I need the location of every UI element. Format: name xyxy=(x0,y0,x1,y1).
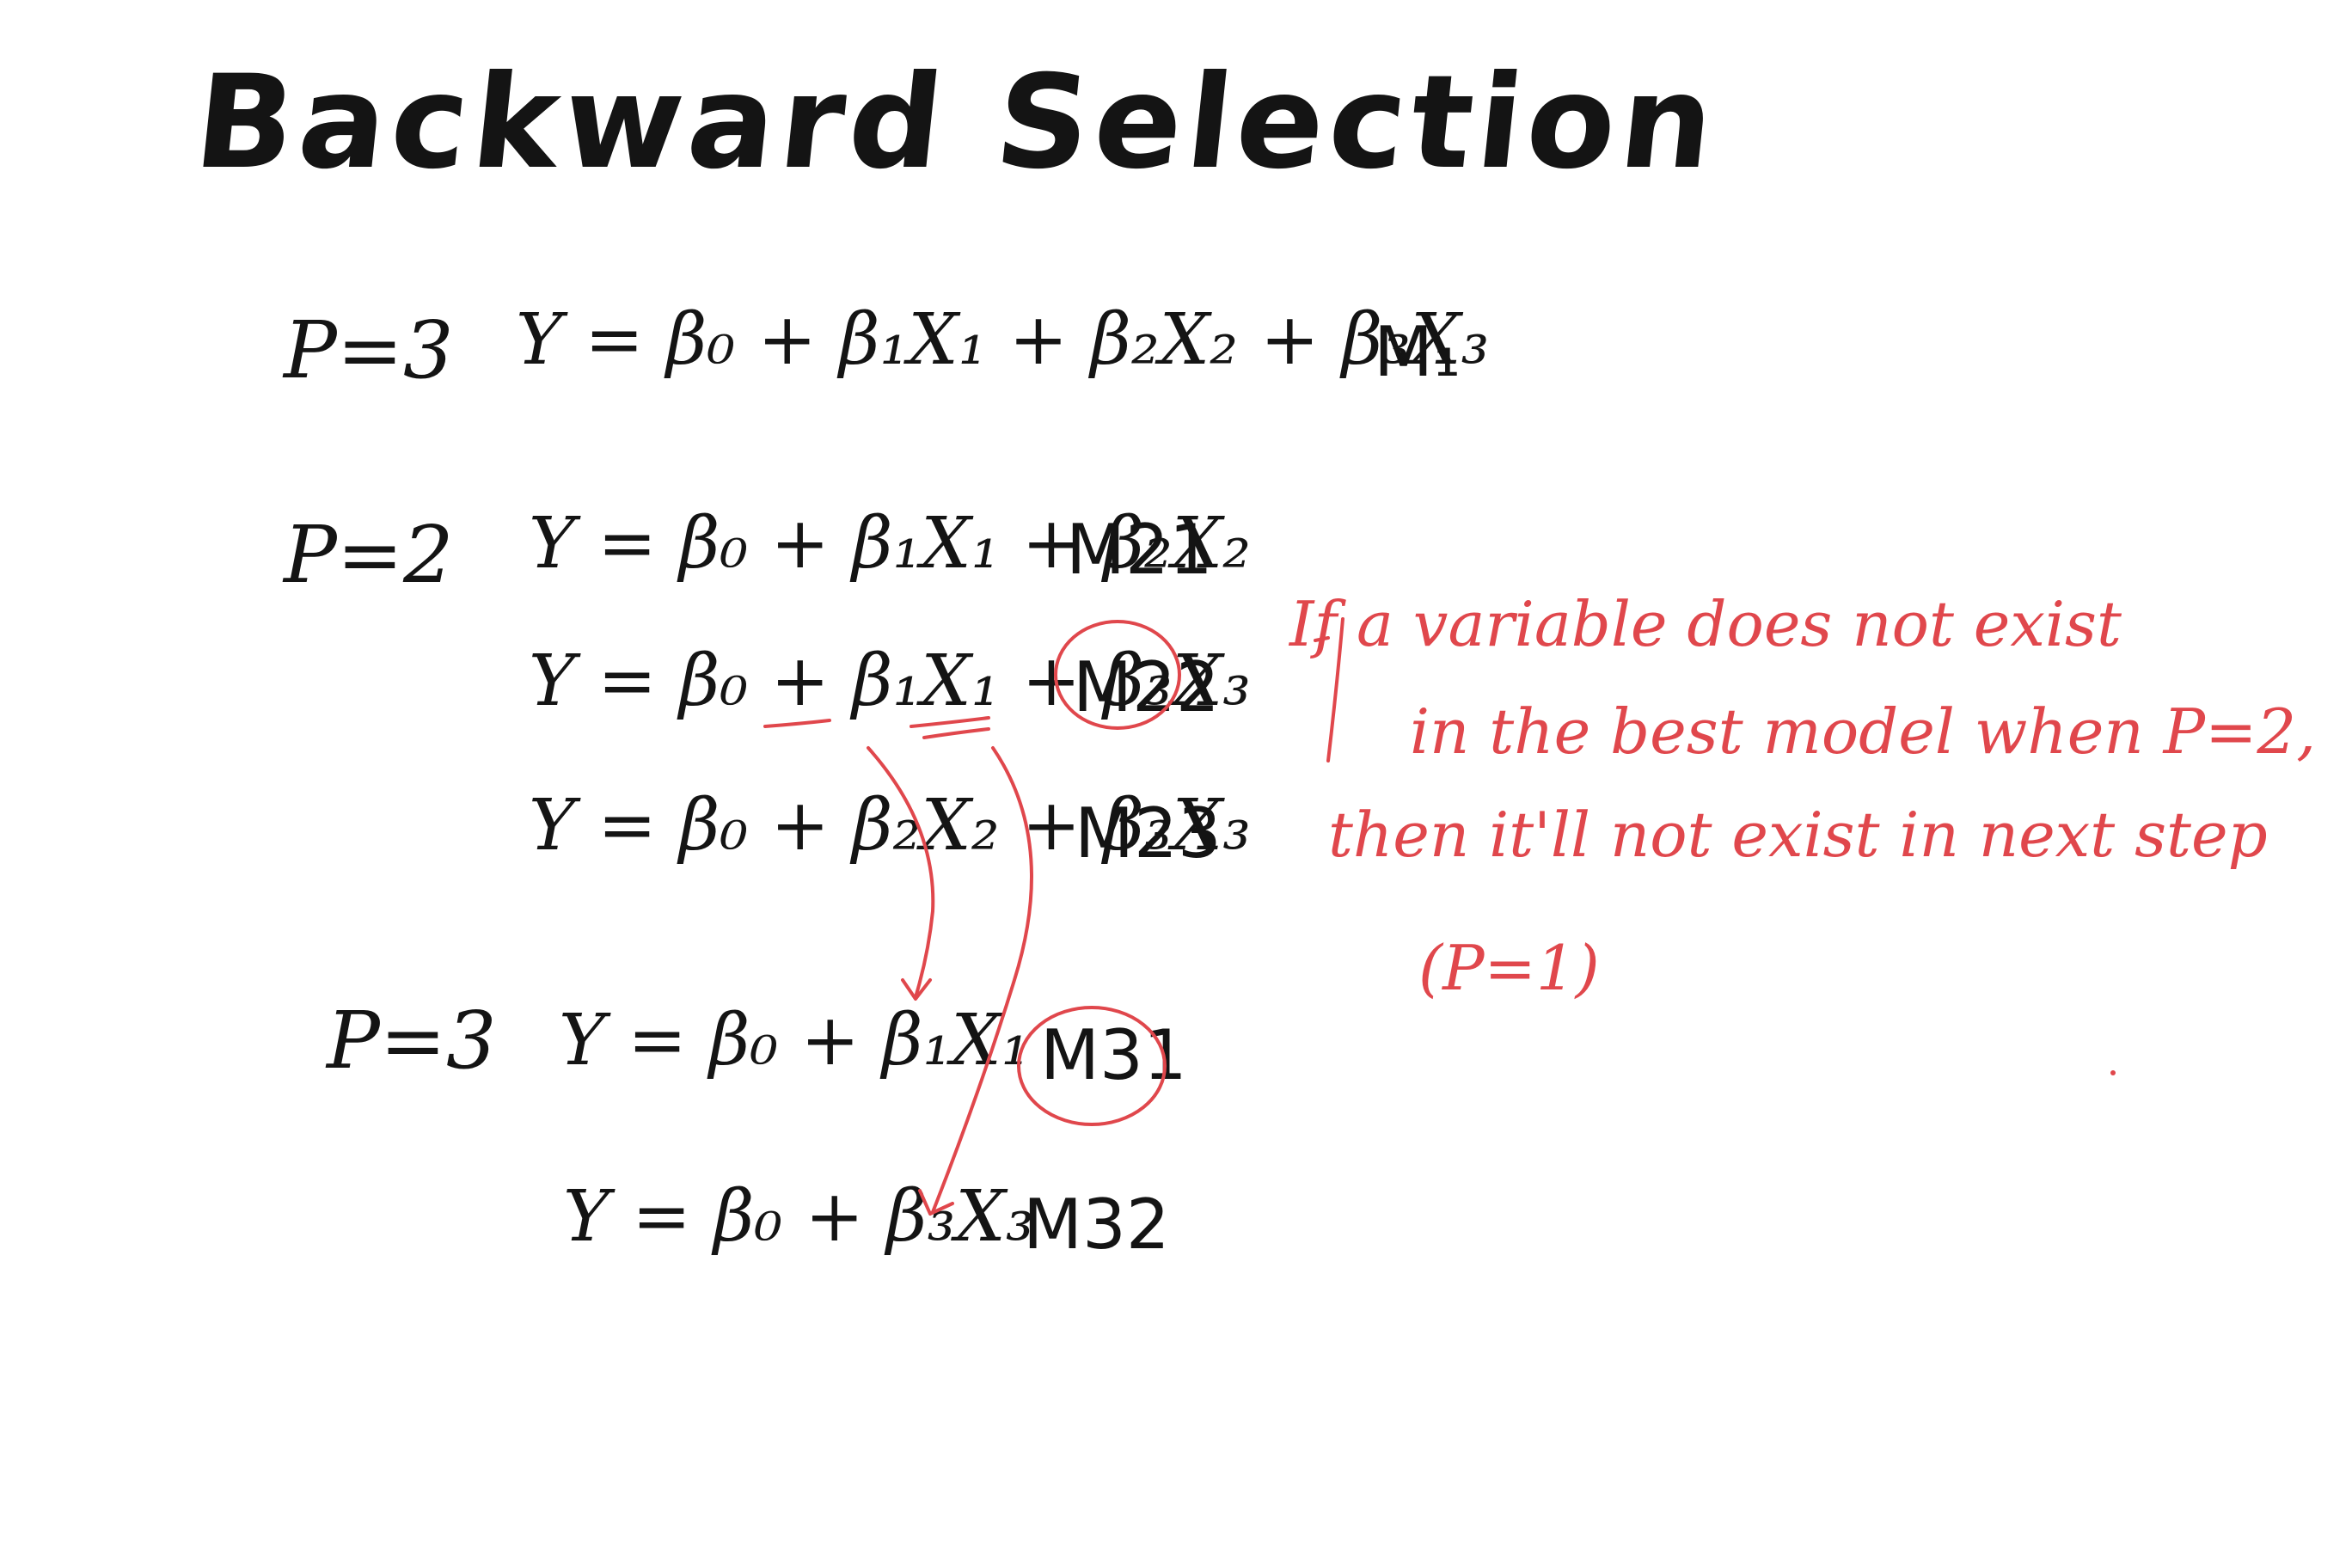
underline-x1 xyxy=(763,719,831,728)
arrow-to-m32 xyxy=(931,746,1033,1214)
bracket-stroke xyxy=(1314,617,1344,763)
whiteboard-canvas: Backward Selection P=3 Y = β₀ + β₁X₁ + β… xyxy=(0,0,2352,1568)
arrow-to-m31 xyxy=(867,746,935,999)
annotation-strokes xyxy=(763,617,2116,1216)
selected-model-circle-m31 xyxy=(1017,1006,1167,1126)
underline-x3 xyxy=(910,716,990,739)
stray-dot xyxy=(2110,1070,2116,1075)
selected-model-circle-m22 xyxy=(1054,620,1181,730)
